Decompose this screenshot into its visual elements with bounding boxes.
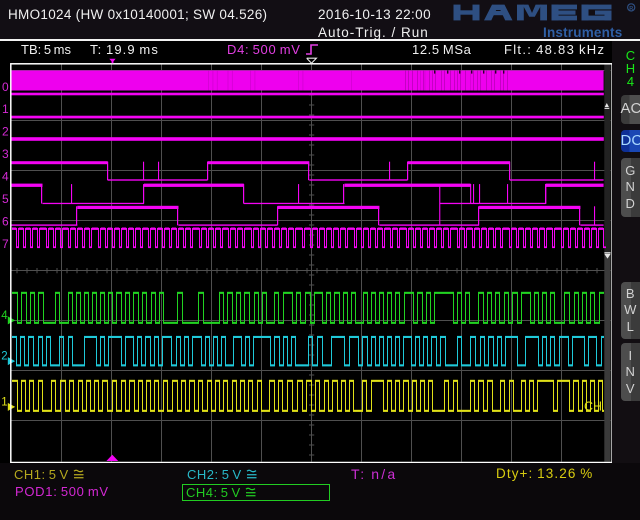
svg-text:4: 4	[1, 310, 8, 322]
svg-text:2: 2	[2, 125, 9, 139]
svg-text:1: 1	[2, 102, 9, 116]
svg-text:1: 1	[1, 397, 7, 409]
svg-text:6: 6	[2, 215, 9, 229]
svg-text:4: 4	[2, 170, 9, 184]
svg-text:0: 0	[2, 80, 9, 94]
svg-text:7: 7	[2, 237, 9, 251]
svg-text:2: 2	[1, 351, 7, 363]
svg-text:5: 5	[2, 192, 9, 206]
svg-text:3: 3	[2, 147, 9, 161]
svg-text:CH: CH	[584, 400, 602, 414]
